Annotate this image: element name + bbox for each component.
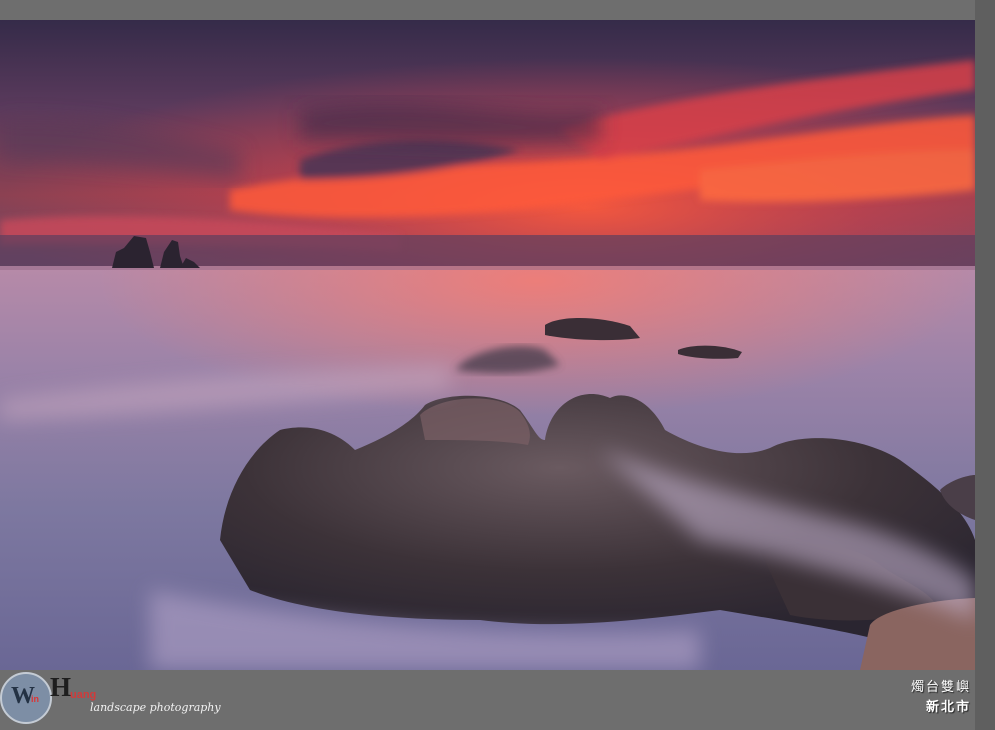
watermark-logo-icon: W [0,672,52,724]
logo-h-letter: H [50,672,72,702]
photo-footer [0,670,995,730]
watermark-tagline: landscape photography [90,701,221,714]
frame-border [975,0,995,730]
caption-location: 燭台雙嶼 [910,680,971,695]
logo-in-text: in [31,694,39,704]
logo-uang-text: uang [70,689,97,701]
landscape-photo [0,20,975,670]
caption-city: 新北市 [925,700,971,715]
